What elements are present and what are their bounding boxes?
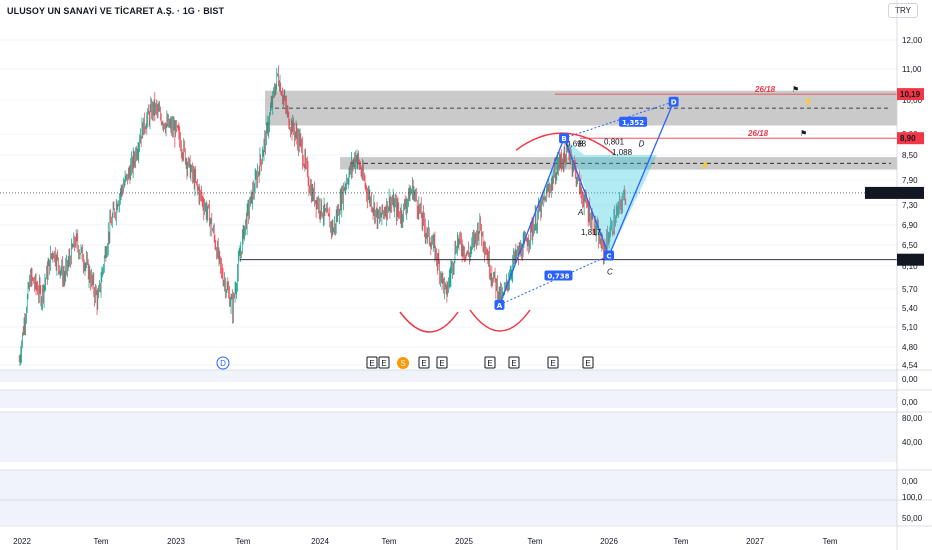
wave-label: C xyxy=(607,268,613,277)
sub-pane-label: 0,00 xyxy=(902,375,918,384)
ratio-text: 0,801 xyxy=(604,138,625,147)
ratio-text: 1,817 xyxy=(581,228,602,237)
sub-pane-label: 0,00 xyxy=(902,398,918,407)
wave-label: A xyxy=(577,208,583,217)
time-axis[interactable]: 2022 Tem 2023 Tem 2024 Tem 2025 Tem 2026 Tem 2027 T… xyxy=(13,537,838,546)
indicator-pane xyxy=(0,390,897,408)
x-tick-label: Tem xyxy=(381,537,396,546)
y-tick-label: 5,40 xyxy=(902,304,918,313)
wave-label: D xyxy=(639,140,645,149)
indicator-panes xyxy=(0,369,932,527)
target-label: 26/18 xyxy=(747,129,769,138)
marker-label: E xyxy=(421,359,426,368)
marker-label: E xyxy=(550,359,555,368)
x-tick-label: 2027 xyxy=(746,537,764,546)
y-tick-label: 4,80 xyxy=(902,343,918,352)
y-tick-label: 4,54 xyxy=(902,361,918,370)
ratio-label: 1,352 xyxy=(622,119,644,127)
x-tick-label: 2026 xyxy=(600,537,618,546)
target-label: 26/18 xyxy=(754,85,776,94)
sub-pane-label: 100,0 xyxy=(902,493,923,502)
marker-label: E xyxy=(381,359,386,368)
indicator-pane xyxy=(0,412,897,462)
y-tick-label: 11,00 xyxy=(902,65,922,74)
marker-label: E xyxy=(585,359,590,368)
indicator-pane xyxy=(0,500,897,525)
flag-icon: ⚑ xyxy=(792,85,799,94)
marker-label: S xyxy=(400,359,405,368)
sub-pane-label: 0,00 xyxy=(902,477,918,486)
x-tick-label: Tem xyxy=(527,537,542,546)
price-axis[interactable]: 12,0011,0010,009,008,507,907,306,906,506… xyxy=(865,0,924,550)
y-tick-label: 5,70 xyxy=(902,285,918,294)
y-tick-label: 12,00 xyxy=(902,36,923,45)
price-label: 7,59 xyxy=(900,189,916,198)
symbol-tag: ULUUN xyxy=(868,189,896,198)
price-label: 6,22 xyxy=(900,256,916,265)
pattern-point-label: B xyxy=(561,135,566,143)
x-tick-label: 2023 xyxy=(167,537,185,546)
pattern-point-label: A xyxy=(497,302,503,310)
x-tick-label: Tem xyxy=(93,537,108,546)
lightning-icon: ⚡ xyxy=(700,159,710,169)
price-label: 10,19 xyxy=(900,90,921,99)
x-tick-label: Tem xyxy=(822,537,837,546)
marker-label: E xyxy=(487,359,492,368)
x-tick-label: Tem xyxy=(673,537,688,546)
marker-label: E xyxy=(439,359,444,368)
y-tick-label: 7,90 xyxy=(902,176,918,185)
pattern-point-label: D xyxy=(671,99,677,107)
indicator-pane xyxy=(0,470,897,500)
y-tick-label: 5,10 xyxy=(902,323,918,332)
ratio-text: 0,698 xyxy=(566,140,587,149)
event-markers: DEESEEEEEE xyxy=(216,356,594,370)
bottom-arc xyxy=(399,311,459,333)
price-label: 8,90 xyxy=(900,134,916,143)
flag-icon: ⚑ xyxy=(800,129,807,138)
indicator-pane xyxy=(0,370,897,382)
harmonic-pattern-fill xyxy=(564,138,657,256)
ratio-label: 0,738 xyxy=(547,273,569,281)
price-chart[interactable]: 26/18 ⚑ 26/18 ⚑ ⚡ ⚡ 1,352 0,738 0,8011,088 1,817 0… xyxy=(0,0,932,550)
marker-label: E xyxy=(369,359,374,368)
pattern-point-label: C xyxy=(606,253,611,261)
x-tick-label: 2022 xyxy=(13,537,31,546)
y-tick-label: 6,90 xyxy=(902,221,918,230)
bottom-arc xyxy=(469,309,531,332)
sub-pane-label: 80,00 xyxy=(902,414,923,423)
y-tick-label: 6,50 xyxy=(902,241,918,250)
x-tick-label: Tem xyxy=(235,537,250,546)
lightning-icon: ⚡ xyxy=(803,96,813,106)
ratio-text: 1,088 xyxy=(612,148,633,157)
x-tick-label: 2024 xyxy=(311,537,329,546)
sub-pane-label: 50,00 xyxy=(902,514,923,523)
y-tick-label: 8,50 xyxy=(902,151,918,160)
y-tick-label: 7,30 xyxy=(902,201,918,210)
x-tick-label: 2025 xyxy=(455,537,473,546)
marker-label: E xyxy=(511,359,516,368)
wave-label: B xyxy=(578,140,584,149)
sub-pane-label: 40,00 xyxy=(902,438,923,447)
marker-label: D xyxy=(220,359,226,368)
